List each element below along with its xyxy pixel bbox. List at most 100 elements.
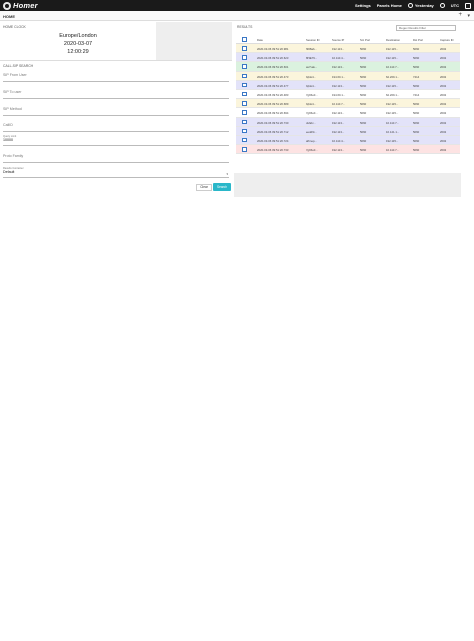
table-cell: 5060 — [360, 102, 367, 107]
row-checkbox[interactable] — [242, 137, 247, 143]
row-checkbox[interactable] — [242, 73, 247, 79]
column-header[interactable]: Source IP — [332, 38, 346, 42]
table-cell: 5060 — [413, 120, 420, 125]
table-cell: 192.115... — [386, 56, 399, 61]
table-row[interactable]: 2020-03-06 09:51:20.694 7gb5e0... 192.113.… — [236, 108, 460, 118]
results-table: Date Session ID Source IP Src Port Desti… — [236, 35, 460, 155]
utc-label[interactable]: UTC — [451, 3, 459, 8]
empty-panel-area — [234, 173, 461, 197]
table-cell: 2002 — [440, 65, 447, 70]
query-limit-field[interactable]: Query Limit 10000 — [3, 135, 229, 146]
table-cell: 2020-03-06 09:51:20.694 — [257, 111, 289, 116]
table-cell: 2002 — [440, 111, 447, 116]
table-cell: 2020-03-06 09:51:20.473 — [257, 74, 289, 79]
time-range-button[interactable]: Yesterday — [407, 3, 434, 8]
table-cell: 192.113... — [332, 111, 345, 116]
table-cell: 194.60.1... — [332, 74, 346, 79]
row-checkbox[interactable] — [242, 91, 247, 97]
table-cell: 2020-03-06 09:51:20.477 — [257, 83, 289, 88]
table-cell: 192.113... — [332, 120, 345, 125]
tab-home[interactable]: HOME — [3, 14, 15, 19]
column-header[interactable]: Dst Port — [413, 38, 423, 42]
clock-icon — [407, 3, 413, 8]
row-checkbox[interactable] — [242, 46, 247, 51]
table-cell: 5060 — [360, 120, 367, 125]
select-all-checkbox[interactable] — [242, 37, 247, 42]
table-cell: 194.60.1... — [332, 92, 346, 97]
table-cell: 7gb5e0... — [306, 148, 318, 153]
clock-time: 12:00:29 — [67, 49, 89, 55]
column-header[interactable]: Session ID — [306, 38, 320, 42]
clear-button[interactable]: Clear — [196, 184, 212, 191]
search-button[interactable]: Search — [213, 183, 231, 191]
table-cell: 5060 — [413, 65, 420, 70]
proto-family-field[interactable]: Proto Family — [3, 154, 229, 163]
table-row[interactable]: 2020-03-06 09:51:20.473 fqfuk4... 194.60.1… — [236, 71, 460, 81]
table-cell: fqfuk4... — [306, 83, 316, 88]
table-cell: 2020-03-06 09:51:20.712 — [257, 129, 289, 134]
panel-title: HOME CLOCK — [3, 25, 26, 29]
settings-link[interactable]: Settings — [355, 3, 371, 8]
table-row[interactable]: 2020-03-06 09:51:20.730 dsfafv... 192.113.… — [236, 117, 460, 127]
table-cell: 192.113... — [332, 129, 345, 134]
row-checkbox[interactable] — [242, 147, 247, 152]
table-cell: fqfuk4... — [306, 74, 316, 79]
table-row[interactable]: 2020-03-06 09:51:20.733 7gb5e0... 192.113.… — [236, 145, 460, 155]
table-cell: 192.113... — [332, 65, 345, 70]
table-cell: 7gb5e0... — [306, 111, 318, 116]
call-sip-search-panel: CALL-SIP SEARCH SIP From User SIP To use… — [0, 60, 232, 197]
table-row[interactable]: 2020-03-06 09:51:20.724 afbnep... 10.110.4… — [236, 135, 460, 146]
table-cell: 5060 — [360, 129, 367, 134]
dashboard-link[interactable]: Panels Home — [377, 3, 402, 8]
table-row[interactable]: 2020-03-06 09:51:20.712 eedd9i... 192.113.… — [236, 126, 460, 136]
refresh-icon[interactable] — [439, 3, 445, 8]
row-checkbox[interactable] — [242, 110, 247, 115]
column-header[interactable]: Capture ID — [440, 38, 454, 42]
table-header: Date Session ID Source IP Src Port Desti… — [236, 35, 460, 44]
chevron-down-icon[interactable]: ▾ — [467, 13, 470, 19]
table-cell: 10.110.7... — [386, 65, 400, 70]
results-filter-input[interactable]: Regex Results Filter — [396, 25, 456, 31]
row-checkbox[interactable] — [242, 101, 247, 106]
table-cell: 192.113... — [332, 47, 345, 51]
field-label: SIP Method — [3, 107, 22, 111]
table-row[interactable]: 2020-03-06 09:51:20.477 fqfuk4... 192.113.… — [236, 80, 460, 90]
callid-field[interactable]: CallID — [3, 123, 229, 132]
table-cell: 10.110.7... — [332, 102, 346, 107]
time-range-label: Yesterday — [414, 3, 434, 8]
sip-from-user-field[interactable]: SIP From User — [3, 73, 229, 82]
row-checkbox[interactable] — [242, 64, 247, 69]
column-header[interactable]: Date — [257, 38, 263, 42]
row-checkbox[interactable] — [242, 55, 247, 60]
table-cell: 2002 — [440, 129, 447, 134]
table-row[interactable]: 2020-03-06 09:51:20.601 as7vak... 192.113.… — [236, 62, 460, 72]
table-cell: 10.110.4... — [332, 56, 346, 61]
user-menu-icon[interactable] — [465, 2, 471, 9]
table-cell: 2020-03-06 09:51:20.724 — [257, 138, 289, 143]
table-cell: 2002 — [440, 102, 447, 107]
table-cell: 2020-03-06 09:51:20.689 — [257, 102, 289, 107]
column-header[interactable]: Src Port — [360, 38, 370, 42]
table-cell: 62.209.1... — [386, 74, 400, 79]
table-cell: f968ab... — [306, 47, 317, 51]
column-header[interactable]: Destination IP — [386, 38, 400, 42]
table-row[interactable]: 2020-03-06 09:51:20.981 f968ab... 192.113.… — [236, 44, 460, 54]
row-checkbox[interactable] — [242, 128, 247, 134]
results-container-select[interactable]: Results Container Default ▾ — [3, 167, 229, 178]
add-panel-icon[interactable]: + — [458, 12, 462, 18]
table-cell: 10.110.4... — [332, 138, 346, 143]
row-checkbox[interactable] — [242, 82, 247, 88]
table-cell: 62.209.1... — [386, 92, 400, 97]
sip-to-user-field[interactable]: SIP To user — [3, 90, 229, 99]
sip-method-field[interactable]: SIP Method — [3, 107, 229, 116]
table-row[interactable]: 2020-03-06 09:51:20.483 7gb5e0... 194.60.1… — [236, 89, 460, 100]
table-row[interactable]: 2020-03-06 09:51:20.623 8f3E79... 10.110.4… — [236, 53, 460, 63]
table-cell: 2020-03-06 09:51:20.601 — [257, 65, 289, 70]
table-cell: 5060 — [413, 56, 420, 61]
empty-panel-area — [156, 22, 232, 60]
row-checkbox[interactable] — [242, 119, 247, 124]
table-cell: 7gb5e0... — [306, 92, 318, 97]
table-cell: 2020-03-06 09:51:20.483 — [257, 92, 289, 97]
table-row[interactable]: 2020-03-06 09:51:20.689 fqfuk4... 10.110.7… — [236, 99, 460, 109]
brand[interactable]: Homer — [3, 1, 38, 10]
